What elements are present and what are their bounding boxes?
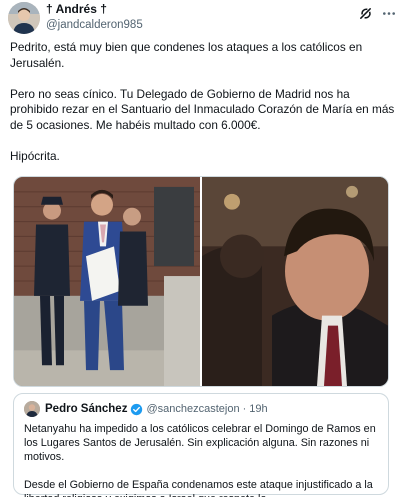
quote-header: Pedro Sánchez @sanchezcastejon · 19h bbox=[24, 401, 378, 417]
quote-handle[interactable]: @sanchezcastejon bbox=[146, 403, 239, 415]
more-icon[interactable] bbox=[381, 6, 397, 21]
media-photo-2[interactable] bbox=[202, 177, 388, 386]
author-handle[interactable]: @jandcalderon985 bbox=[46, 17, 143, 33]
media-grid bbox=[13, 176, 389, 387]
quote-avatar[interactable] bbox=[24, 401, 40, 417]
quote-text: Netanyahu ha impedido a los católicos ce… bbox=[24, 422, 378, 497]
tweet-paragraph: Pedrito, está muy bien que condenes los … bbox=[10, 40, 363, 70]
photo-crowd-closeup bbox=[202, 177, 388, 386]
quote-paragraph: Desde el Gobierno de España condenamos e… bbox=[24, 479, 373, 497]
media-photo-1[interactable] bbox=[14, 177, 200, 386]
tweet-header: † Andrés † @jandcalderon985 bbox=[8, 2, 399, 36]
grok-icon[interactable] bbox=[358, 6, 373, 21]
quote-display-name[interactable]: Pedro Sánchez bbox=[45, 403, 127, 415]
tweet-paragraph: Pero no seas cínico. Tu Delegado de Gobi… bbox=[10, 86, 395, 132]
quote-separator: · bbox=[242, 403, 247, 415]
verified-icon bbox=[131, 403, 143, 415]
quoted-tweet[interactable]: Pedro Sánchez @sanchezcastejon · 19h Net… bbox=[13, 393, 389, 497]
tweet-text: Pedrito, está muy bien que condenes los … bbox=[10, 40, 395, 164]
author-names: † Andrés † @jandcalderon985 bbox=[46, 2, 143, 33]
tweet-paragraph: Hipócrita. bbox=[10, 148, 60, 163]
author-display-name[interactable]: † Andrés † bbox=[46, 2, 143, 17]
quote-paragraph: Netanyahu ha impedido a los católicos ce… bbox=[24, 423, 376, 463]
photo-police-escort bbox=[14, 177, 200, 386]
author-avatar[interactable] bbox=[8, 2, 40, 34]
quote-timestamp[interactable]: 19h bbox=[249, 403, 267, 415]
